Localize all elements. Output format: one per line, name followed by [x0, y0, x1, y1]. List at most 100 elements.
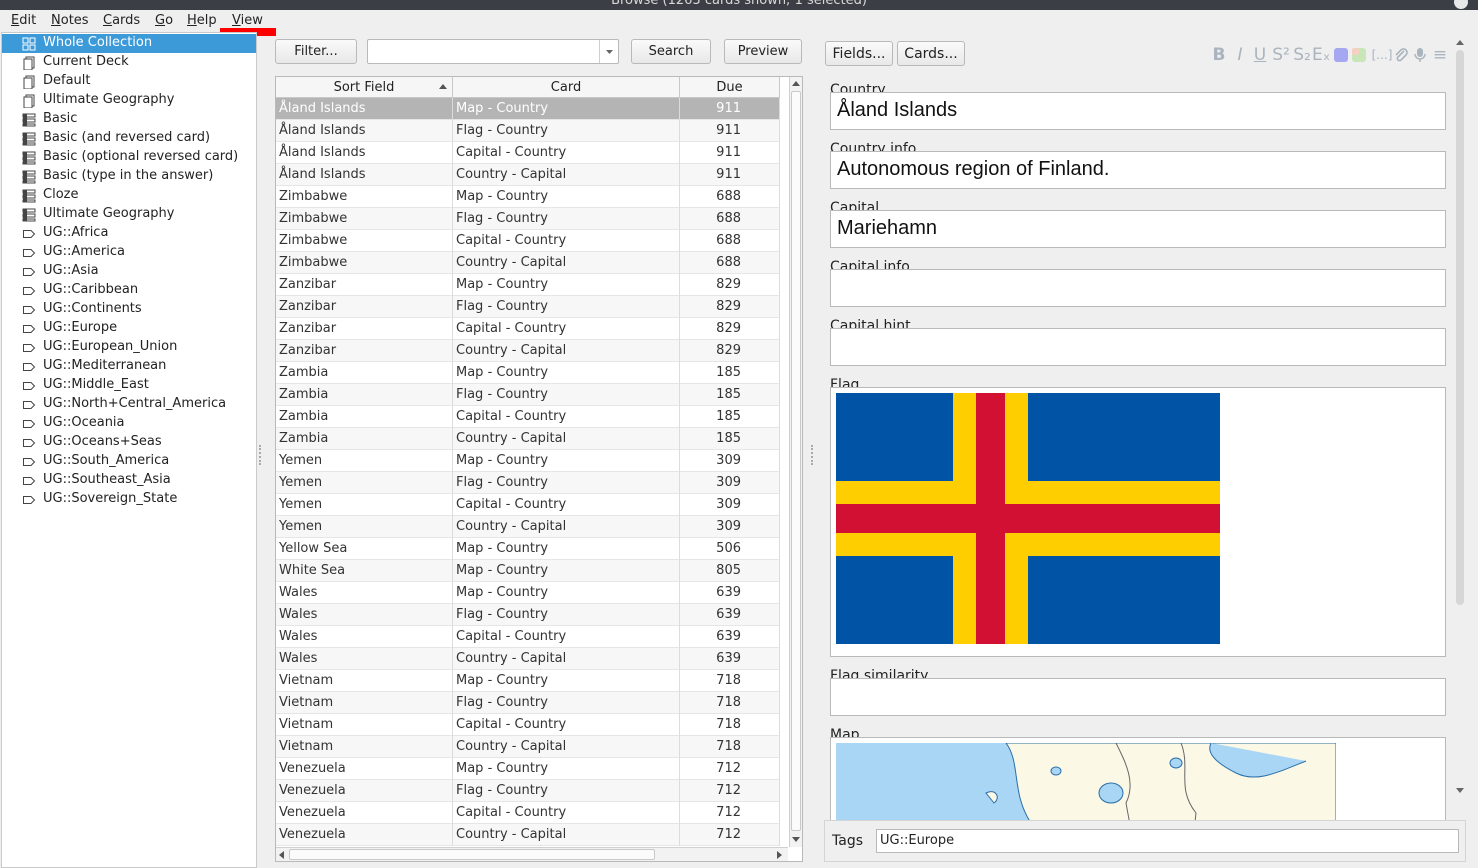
scroll-down-icon[interactable] — [1456, 788, 1464, 793]
field-editor[interactable]: Autonomous region of Finland. — [830, 151, 1446, 189]
table-row[interactable]: White Sea Map - Country 805 — [276, 560, 780, 582]
table-row[interactable]: Venezuela Country - Capital 712 — [276, 824, 780, 846]
sidebar-item[interactable]: UG::Caribbean — [2, 281, 256, 300]
table-row[interactable]: Wales Map - Country 639 — [276, 582, 780, 604]
sidebar-item[interactable]: UG::European_Union — [2, 338, 256, 357]
preview-button[interactable]: Preview — [724, 39, 802, 64]
sidebar-item[interactable]: UG::Asia — [2, 262, 256, 281]
search-combo[interactable] — [367, 39, 619, 64]
sidebar-item[interactable]: UG::Oceania — [2, 414, 256, 433]
menu-edit[interactable]: Edit — [11, 13, 36, 28]
search-history-dropdown[interactable] — [599, 40, 618, 63]
editor-vertical-scrollbar[interactable] — [1452, 40, 1468, 798]
table-row[interactable]: Zambia Capital - Country 185 — [276, 406, 780, 428]
table-row[interactable]: Vietnam Capital - Country 718 — [276, 714, 780, 736]
table-row[interactable]: Zimbabwe Capital - Country 688 — [276, 230, 780, 252]
scroll-down-icon[interactable] — [792, 837, 800, 842]
field-editor[interactable] — [830, 387, 1446, 657]
sidebar-item[interactable]: UG::Europe — [2, 319, 256, 338]
table-row[interactable]: Yemen Flag - Country 309 — [276, 472, 780, 494]
record-icon[interactable] — [1413, 46, 1427, 64]
table-horizontal-scrollbar[interactable] — [276, 847, 788, 861]
table-row[interactable]: Vietnam Flag - Country 718 — [276, 692, 780, 714]
table-vertical-scrollbar[interactable] — [789, 77, 802, 847]
column-sort-field[interactable]: Sort Field — [276, 77, 453, 98]
cards-button[interactable]: Cards... — [897, 41, 965, 66]
sidebar-item[interactable]: UG::America — [2, 243, 256, 262]
field-editor[interactable]: Åland Islands — [830, 92, 1446, 130]
table-row[interactable]: Åland Islands Capital - Country 911 — [276, 142, 780, 164]
search-input[interactable] — [370, 42, 598, 61]
column-card[interactable]: Card — [453, 77, 680, 98]
sidebar-item[interactable]: Basic — [2, 110, 256, 129]
table-row[interactable]: Yellow Sea Map - Country 506 — [276, 538, 780, 560]
fields-button[interactable]: Fields... — [825, 41, 893, 66]
table-row[interactable]: Zimbabwe Flag - Country 688 — [276, 208, 780, 230]
sidebar-item[interactable]: UG::Continents — [2, 300, 256, 319]
bold-icon[interactable]: B — [1211, 46, 1227, 64]
table-row[interactable]: Zanzibar Flag - Country 829 — [276, 296, 780, 318]
sidebar-item[interactable]: Ultimate Geography — [2, 205, 256, 224]
scroll-left-icon[interactable] — [279, 851, 284, 859]
cloze-icon[interactable]: [...] — [1371, 46, 1393, 64]
table-row[interactable]: Vietnam Map - Country 718 — [276, 670, 780, 692]
table-row[interactable]: Wales Flag - Country 639 — [276, 604, 780, 626]
table-row[interactable]: Venezuela Flag - Country 712 — [276, 780, 780, 802]
subscript-icon[interactable]: S₂ — [1293, 46, 1311, 64]
scroll-right-icon[interactable] — [777, 851, 782, 859]
menu-notes[interactable]: Notes — [51, 13, 89, 28]
field-editor[interactable] — [830, 328, 1446, 366]
table-row[interactable]: Zimbabwe Map - Country 688 — [276, 186, 780, 208]
scrollbar-thumb[interactable] — [1456, 50, 1464, 605]
sidebar-item[interactable]: UG::North+Central_America — [2, 395, 256, 414]
table-row[interactable]: Zambia Country - Capital 185 — [276, 428, 780, 450]
filter-button[interactable]: Filter... — [275, 39, 357, 64]
table-row[interactable]: Wales Capital - Country 639 — [276, 626, 780, 648]
sidebar-item[interactable]: UG::Africa — [2, 224, 256, 243]
table-row[interactable]: Venezuela Map - Country 712 — [276, 758, 780, 780]
sidebar-item[interactable]: Default — [2, 72, 256, 91]
menu-help[interactable]: Help — [187, 13, 217, 28]
text-color-icon[interactable] — [1334, 46, 1348, 64]
scroll-up-icon[interactable] — [1456, 40, 1464, 45]
table-row[interactable]: Zambia Map - Country 185 — [276, 362, 780, 384]
scrollbar-thumb[interactable] — [289, 849, 655, 860]
sidebar-item[interactable]: UG::Mediterranean — [2, 357, 256, 376]
clear-format-icon[interactable]: Eₓ — [1312, 46, 1330, 64]
attach-icon[interactable] — [1394, 46, 1408, 64]
superscript-icon[interactable]: S² — [1272, 46, 1290, 64]
menu-go[interactable]: Go — [155, 13, 173, 28]
sidebar-item[interactable]: Basic (and reversed card) — [2, 129, 256, 148]
field-editor[interactable] — [830, 678, 1446, 716]
splitter-handle[interactable] — [811, 445, 813, 465]
scroll-up-icon[interactable] — [792, 81, 800, 86]
search-button[interactable]: Search — [631, 39, 711, 64]
table-row[interactable]: Yemen Map - Country 309 — [276, 450, 780, 472]
highlight-icon[interactable] — [1352, 46, 1366, 64]
column-due[interactable]: Due — [680, 77, 780, 98]
field-editor[interactable] — [830, 269, 1446, 307]
sidebar-item[interactable]: UG::Middle_East — [2, 376, 256, 395]
table-row[interactable]: Yemen Capital - Country 309 — [276, 494, 780, 516]
scrollbar-thumb[interactable] — [791, 91, 801, 831]
table-row[interactable]: Åland Islands Map - Country 911 — [276, 98, 780, 120]
table-row[interactable]: Zimbabwe Country - Capital 688 — [276, 252, 780, 274]
more-icon[interactable]: ≡ — [1432, 46, 1448, 64]
sidebar-item[interactable]: Basic (type in the answer) — [2, 167, 256, 186]
sidebar-item[interactable]: Cloze — [2, 186, 256, 205]
table-row[interactable]: Åland Islands Flag - Country 911 — [276, 120, 780, 142]
underline-icon[interactable]: U — [1253, 46, 1267, 64]
sidebar-item[interactable]: Current Deck — [2, 53, 256, 72]
table-row[interactable]: Zanzibar Country - Capital 829 — [276, 340, 780, 362]
sidebar-item[interactable]: Basic (optional reversed card) — [2, 148, 256, 167]
sidebar-item[interactable]: UG::Oceans+Seas — [2, 433, 256, 452]
table-row[interactable]: Åland Islands Country - Capital 911 — [276, 164, 780, 186]
sidebar-item[interactable]: UG::Sovereign_State — [2, 490, 256, 509]
splitter-handle[interactable] — [259, 445, 261, 465]
italic-icon[interactable]: I — [1234, 46, 1246, 64]
table-row[interactable]: Vietnam Country - Capital 718 — [276, 736, 780, 758]
menu-cards[interactable]: Cards — [103, 13, 140, 28]
table-row[interactable]: Wales Country - Capital 639 — [276, 648, 780, 670]
sidebar-item[interactable]: Whole Collection — [2, 34, 256, 53]
table-row[interactable]: Zanzibar Capital - Country 829 — [276, 318, 780, 340]
